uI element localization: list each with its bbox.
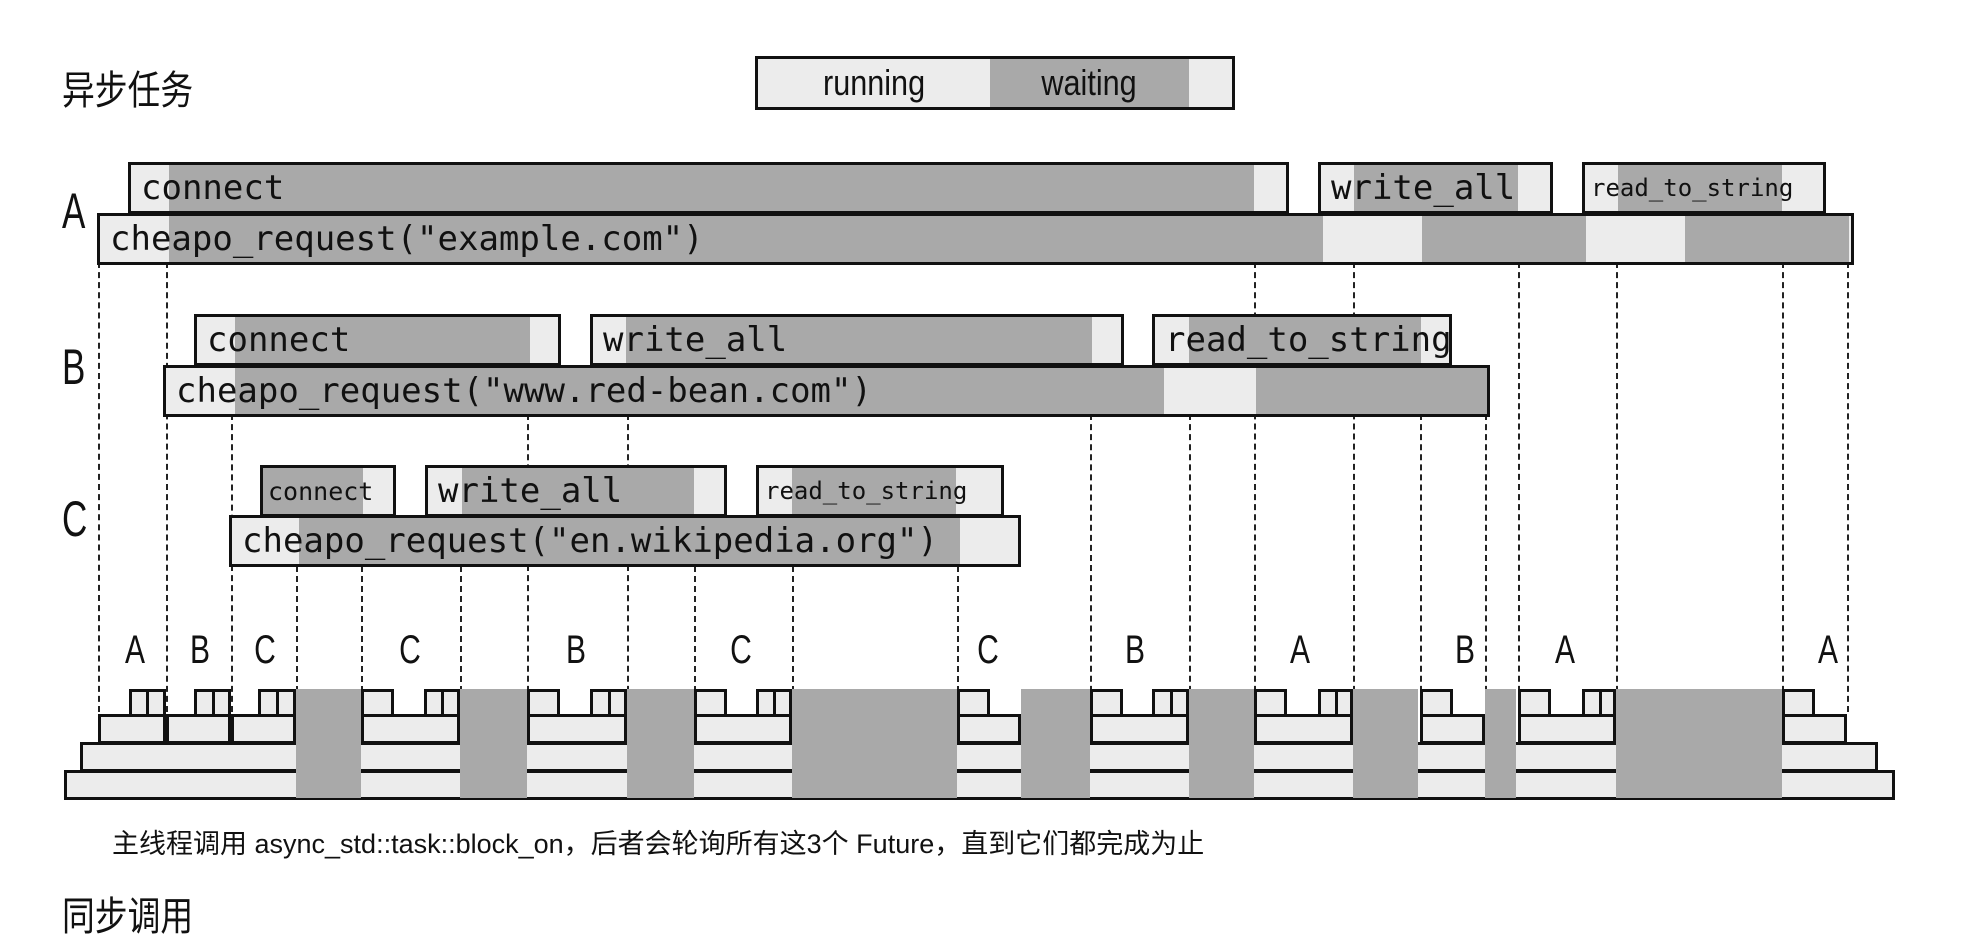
- task-a-connect: connect: [128, 162, 1289, 214]
- section-title: 异步任务: [62, 69, 194, 113]
- task-a-cheapo-request: cheapo_request("example.com"): [97, 213, 1854, 265]
- task-c-connect: connect: [260, 465, 396, 517]
- slot-label: C: [399, 628, 421, 672]
- slot-label: C: [254, 628, 276, 672]
- slot-label: B: [1124, 628, 1146, 672]
- task-b-write-all: write_all: [590, 314, 1124, 366]
- footer-title: 同步调用: [62, 895, 194, 939]
- task-b-cheapo-request: cheapo_request("www.red-bean.com"): [163, 365, 1490, 417]
- task-b-read-to-string: read_to_string: [1152, 314, 1452, 366]
- row-label-c: C: [62, 491, 88, 547]
- task-b-connect: connect: [194, 314, 561, 366]
- slot-label: A: [124, 628, 146, 672]
- caption: 主线程调用 async_std::task::block_on，后者会轮询所有这…: [112, 829, 1205, 859]
- slot-label: B: [1454, 628, 1476, 672]
- slot-label: B: [565, 628, 587, 672]
- legend-waiting: waiting: [990, 59, 1189, 107]
- slot-label: A: [1289, 628, 1311, 672]
- task-a-read-to-string: read_to_string: [1582, 162, 1826, 214]
- slot-label: B: [189, 628, 211, 672]
- row-label-b: B: [62, 339, 86, 395]
- slot-label: C: [977, 628, 999, 672]
- slot-label: A: [1817, 628, 1839, 672]
- task-c-write-all: write_all: [425, 465, 727, 517]
- slot-label: A: [1554, 628, 1576, 672]
- task-c-cheapo-request: cheapo_request("en.wikipedia.org"): [229, 515, 1021, 567]
- legend-running: running: [758, 59, 990, 107]
- row-label-a: A: [62, 183, 86, 239]
- slot-label: C: [730, 628, 752, 672]
- task-c-read-to-string: read_to_string: [756, 465, 1004, 517]
- legend: running waiting: [755, 56, 1235, 110]
- task-a-write-all: write_all: [1318, 162, 1553, 214]
